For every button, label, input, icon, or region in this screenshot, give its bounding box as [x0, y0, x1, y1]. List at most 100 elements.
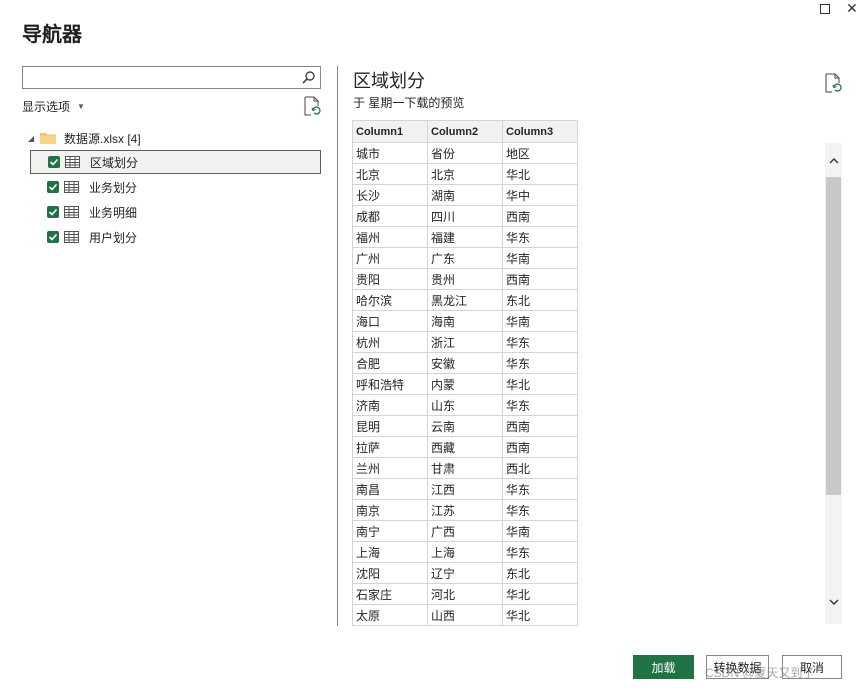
table-cell: 华南: [502, 520, 578, 542]
table-cell: 西北: [502, 457, 578, 479]
table-cell: 广西: [427, 520, 503, 542]
table-cell: 甘肃: [427, 457, 503, 479]
table-cell: 江西: [427, 478, 503, 500]
table-cell: 济南: [352, 394, 428, 416]
table-cell: 华东: [502, 478, 578, 500]
tree-item-user[interactable]: 用户划分: [30, 225, 321, 249]
load-button[interactable]: 加载: [633, 655, 694, 679]
display-options-label: 显示选项: [22, 100, 71, 114]
table-cell: 北京: [427, 163, 503, 185]
table-row: 福州 福建 华东: [352, 226, 578, 248]
table-cell: 福建: [427, 226, 503, 248]
table-row: 杭州 浙江 华东: [352, 331, 578, 353]
table-cell: 华北: [502, 163, 578, 185]
table-row: 拉萨 西藏 西南: [352, 436, 578, 458]
table-row: 南昌 江西 华东: [352, 478, 578, 500]
maximize-button[interactable]: [820, 4, 830, 14]
table-cell: 北京: [352, 163, 428, 185]
table-cell: 华东: [502, 499, 578, 521]
table-cell: 福州: [352, 226, 428, 248]
table-cell: 地区: [502, 142, 578, 164]
table-cell: 浙江: [427, 331, 503, 353]
table-row: 城市 省份 地区: [352, 142, 578, 164]
refresh-file-icon[interactable]: [303, 96, 321, 116]
watermark: CSDN @夏天又到了: [705, 666, 815, 680]
table-icon: [64, 231, 79, 243]
refresh-file-icon[interactable]: [824, 73, 842, 93]
table-cell: 华东: [502, 226, 578, 248]
table-cell: 华中: [502, 184, 578, 206]
table-cell: 哈尔滨: [352, 289, 428, 311]
table-row: 合肥 安徽 华东: [352, 352, 578, 374]
table-row: 呼和浩特 内蒙 华北: [352, 373, 578, 395]
table-cell: 华东: [502, 394, 578, 416]
checkbox-checked-icon[interactable]: [47, 231, 59, 243]
table-cell: 江苏: [427, 499, 503, 521]
table-cell: 拉萨: [352, 436, 428, 458]
table-cell: 内蒙: [427, 373, 503, 395]
table-cell: 辽宁: [427, 562, 503, 584]
vertical-scrollbar[interactable]: [825, 143, 842, 624]
folder-icon: [40, 133, 56, 144]
checkbox-checked-icon[interactable]: [48, 156, 60, 168]
column-header[interactable]: Column3: [502, 120, 578, 143]
table-cell: 西南: [502, 415, 578, 437]
table-row: 太原 山西 华北: [352, 604, 578, 626]
table-cell: 华北: [502, 373, 578, 395]
table-icon: [64, 181, 79, 193]
table-cell: 华北: [502, 604, 578, 626]
table-row: 成都 四川 西南: [352, 205, 578, 227]
table-row: 上海 上海 华东: [352, 541, 578, 563]
table-row: 北京 北京 华北: [352, 163, 578, 185]
search-input[interactable]: [22, 66, 321, 89]
tree-item-business[interactable]: 业务划分: [30, 175, 321, 199]
table-cell: 长沙: [352, 184, 428, 206]
table-row: 长沙 湖南 华中: [352, 184, 578, 206]
tree-root-datasource[interactable]: ◢ 数据源.xlsx [4]: [28, 128, 141, 148]
table-cell: 昆明: [352, 415, 428, 437]
table-cell: 海口: [352, 310, 428, 332]
table-cell: 山东: [427, 394, 503, 416]
table-row: 海口 海南 华南: [352, 310, 578, 332]
table-cell: 河北: [427, 583, 503, 605]
table-cell: 南京: [352, 499, 428, 521]
column-header[interactable]: Column1: [352, 120, 428, 143]
table-row: 兰州 甘肃 西北: [352, 457, 578, 479]
column-header[interactable]: Column2: [427, 120, 503, 143]
table-cell: 西藏: [427, 436, 503, 458]
table-cell: 华北: [502, 583, 578, 605]
collapse-triangle-icon[interactable]: ◢: [28, 134, 38, 143]
search-icon[interactable]: [301, 70, 316, 85]
scrollbar-thumb[interactable]: [826, 177, 841, 495]
tree-item-region[interactable]: 区域划分: [30, 150, 321, 174]
checkbox-checked-icon[interactable]: [47, 181, 59, 193]
checkbox-checked-icon[interactable]: [47, 206, 59, 218]
tree-root-label: 数据源.xlsx [4]: [64, 131, 141, 146]
table-cell: 太原: [352, 604, 428, 626]
pane-divider[interactable]: [337, 66, 338, 626]
table-row: 昆明 云南 西南: [352, 415, 578, 437]
table-cell: 华东: [502, 541, 578, 563]
table-cell: 广州: [352, 247, 428, 269]
table-cell: 呼和浩特: [352, 373, 428, 395]
tree-item-business-detail[interactable]: 业务明细: [30, 200, 321, 224]
dialog-title: 导航器: [22, 24, 82, 46]
table-cell: 上海: [427, 541, 503, 563]
table-cell: 省份: [427, 142, 503, 164]
table-cell: 黑龙江: [427, 289, 503, 311]
chevron-down-icon[interactable]: [828, 596, 840, 608]
table-cell: 成都: [352, 205, 428, 227]
tree-item-label: 业务划分: [89, 180, 138, 195]
table-cell: 华东: [502, 331, 578, 353]
table-cell: 城市: [352, 142, 428, 164]
table-row: 贵阳 贵州 西南: [352, 268, 578, 290]
table-cell: 东北: [502, 289, 578, 311]
table-cell: 西南: [502, 436, 578, 458]
table-cell: 海南: [427, 310, 503, 332]
table-icon: [65, 156, 80, 168]
table-cell: 华南: [502, 247, 578, 269]
table-row: 南京 江苏 华东: [352, 499, 578, 521]
display-options-dropdown[interactable]: 显示选项 ▼: [22, 98, 85, 115]
chevron-up-icon[interactable]: [828, 155, 840, 167]
close-button[interactable]: ✕: [846, 0, 856, 17]
